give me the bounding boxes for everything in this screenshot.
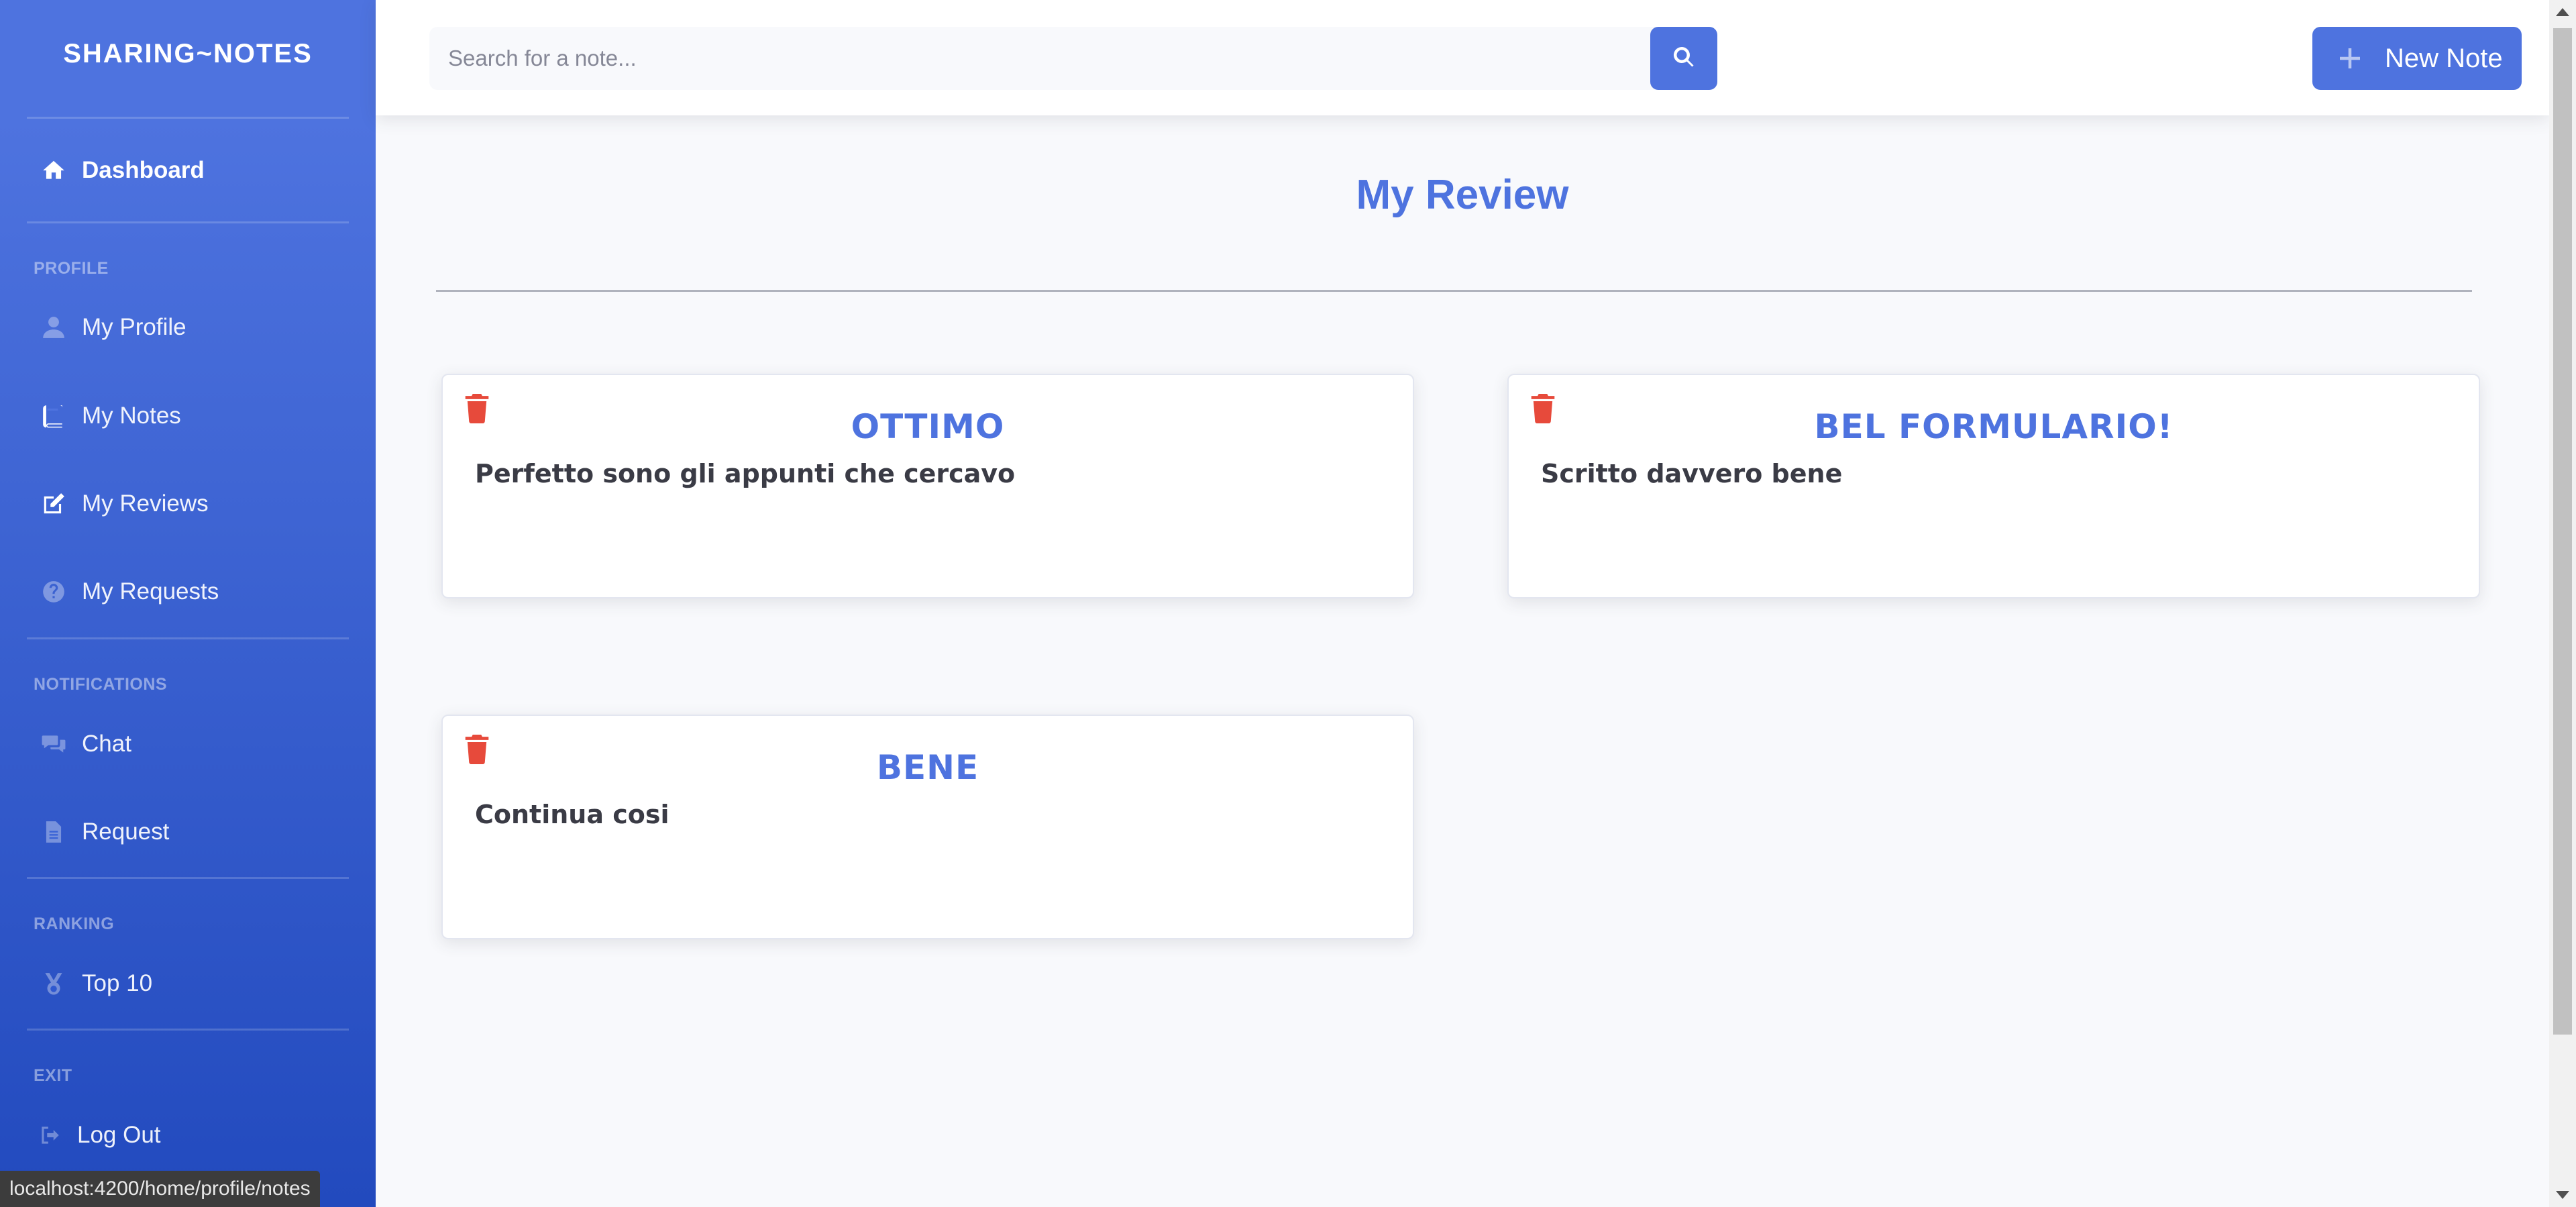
sidebar-item-top10[interactable]: Top 10: [40, 963, 152, 1004]
question-circle-icon: [40, 578, 67, 605]
section-heading-ranking: RANKING: [34, 914, 115, 933]
search-icon: [1672, 45, 1696, 72]
sidebar-item-my-profile[interactable]: My Profile: [40, 307, 186, 348]
review-card: OTTIMO Perfetto sono gli appunti che cer…: [441, 374, 1414, 598]
sidebar-item-label: Log Out: [77, 1122, 161, 1148]
sidebar-item-my-requests[interactable]: My Requests: [40, 572, 219, 612]
sidebar-item-my-reviews[interactable]: My Reviews: [40, 484, 209, 524]
sidebar-divider: [27, 221, 349, 223]
review-text: Perfetto sono gli appunti che cercavo: [475, 459, 1016, 488]
review-title: BENE: [876, 748, 979, 787]
sidebar: SHARING~NOTES Dashboard PROFILE My Profi…: [0, 0, 376, 1207]
sign-out-icon: [37, 1122, 64, 1149]
sidebar-item-label: Chat: [82, 731, 131, 757]
user-icon: [40, 314, 67, 341]
browser-status-url: localhost:4200/home/profile/notes: [0, 1171, 320, 1207]
sidebar-item-label: My Reviews: [82, 490, 209, 517]
sidebar-item-request[interactable]: Request: [40, 812, 169, 852]
section-heading-notifications: NOTIFICATIONS: [34, 675, 168, 694]
sidebar-item-label: My Profile: [82, 314, 186, 340]
sidebar-item-dashboard[interactable]: Dashboard: [40, 150, 205, 191]
scroll-up-arrow-icon[interactable]: [2556, 8, 2569, 16]
plus-icon: [2338, 46, 2362, 70]
new-note-button[interactable]: New Note: [2312, 27, 2522, 90]
page-scrollbar[interactable]: [2549, 0, 2576, 1207]
sidebar-divider: [27, 877, 349, 879]
sidebar-item-chat[interactable]: Chat: [40, 724, 131, 764]
sidebar-item-label: Top 10: [82, 970, 153, 996]
sidebar-divider: [27, 637, 349, 639]
sidebar-item-label: Request: [82, 819, 170, 845]
home-icon: [40, 157, 67, 184]
review-title: OTTIMO: [851, 407, 1005, 446]
comments-icon: [40, 731, 67, 757]
medal-icon: [40, 970, 67, 997]
search-input[interactable]: [429, 27, 1704, 90]
scrollbar-thumb[interactable]: [2553, 28, 2572, 1035]
brand-logo[interactable]: SHARING~NOTES: [0, 39, 376, 69]
edit-icon: [40, 490, 67, 517]
review-card: BEL FORMULARIO! Scritto davvero bene: [1507, 374, 2480, 598]
book-icon: [40, 403, 67, 429]
sidebar-item-label: Dashboard: [82, 157, 205, 183]
sidebar-item-logout[interactable]: Log Out: [37, 1115, 161, 1155]
sidebar-divider: [27, 1029, 349, 1031]
sidebar-item-label: My Requests: [82, 578, 219, 605]
title-divider: [436, 290, 2472, 292]
review-title: BEL FORMULARIO!: [1814, 407, 2174, 446]
sidebar-divider: [27, 117, 349, 119]
file-icon: [40, 819, 67, 845]
sidebar-item-my-notes[interactable]: My Notes: [40, 396, 181, 436]
scroll-down-arrow-icon[interactable]: [2556, 1191, 2569, 1199]
section-heading-exit: EXIT: [34, 1066, 72, 1085]
review-text: Scritto davvero bene: [1541, 459, 1843, 488]
review-text: Continua cosi: [475, 800, 669, 829]
section-heading-profile: PROFILE: [34, 259, 109, 278]
new-note-label: New Note: [2385, 43, 2503, 73]
search-button[interactable]: [1650, 27, 1717, 90]
review-card: BENE Continua cosi: [441, 715, 1414, 939]
page-title: My Review: [1356, 172, 1569, 218]
topbar: New Note: [376, 0, 2549, 115]
sidebar-item-label: My Notes: [82, 403, 181, 429]
